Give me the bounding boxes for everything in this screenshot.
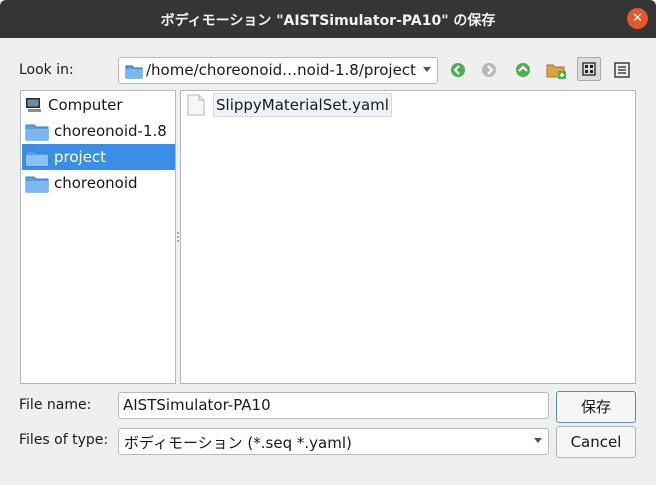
save-dialog: ボディモーション "AISTSimulator-PA10" の保存 ✕ Look… [0, 0, 656, 485]
new-folder-button[interactable] [544, 58, 568, 82]
file-icon [186, 94, 206, 120]
sidebar-item-choreonoid-1-8[interactable]: choreonoid-1.8 [22, 118, 175, 144]
splitter-handle[interactable] [177, 232, 179, 244]
list-view-icon [582, 62, 596, 76]
forward-button[interactable] [477, 58, 501, 82]
close-button[interactable]: ✕ [627, 8, 648, 29]
file-name-label: File name: [19, 397, 92, 413]
file-type-value: ボディモーション (*.seq *.yaml) [124, 434, 352, 452]
sidebar-item-label: choreonoid [54, 174, 138, 192]
sidebar-item-project[interactable]: project [22, 144, 175, 170]
folder-icon [125, 63, 143, 83]
detail-view-button[interactable] [610, 58, 634, 82]
new-folder-icon [546, 64, 566, 79]
sidebar-item-label: project [54, 148, 107, 166]
forward-icon [482, 63, 496, 77]
folder-icon [25, 149, 49, 171]
folder-icon [25, 175, 49, 197]
file-name-label: SlippyMaterialSet.yaml [213, 93, 392, 117]
detail-view-icon [614, 62, 630, 78]
file-name-value: AISTSimulator-PA10 [123, 396, 271, 414]
file-name-field[interactable]: AISTSimulator-PA10 [118, 392, 549, 419]
look-in-path: /home/choreonoid…noid-1.8/project [146, 61, 416, 79]
look-in-label: Look in: [19, 62, 74, 78]
chevron-down-icon [534, 438, 542, 443]
sidebar-item-label: choreonoid-1.8 [54, 122, 167, 140]
file-type-label: Files of type: [19, 432, 109, 448]
cancel-button[interactable]: Cancel [556, 426, 636, 458]
file-type-combo[interactable]: ボディモーション (*.seq *.yaml) [118, 428, 549, 455]
look-in-combo[interactable]: /home/choreonoid…noid-1.8/project [118, 57, 438, 84]
sidebar-item-choreonoid[interactable]: choreonoid [22, 170, 175, 196]
window-title: ボディモーション "AISTSimulator-PA10" の保存 [160, 13, 496, 29]
parent-directory-icon [516, 63, 530, 77]
folder-icon [25, 123, 49, 145]
sidebar-item-computer[interactable]: Computer [22, 92, 175, 118]
parent-directory-button[interactable] [511, 58, 535, 82]
list-view-button[interactable] [577, 57, 601, 81]
save-button[interactable]: 保存 [556, 391, 636, 423]
sidebar-item-label: Computer [48, 96, 123, 114]
chevron-down-icon [423, 67, 431, 72]
computer-icon [25, 97, 43, 117]
sidebar: Computer choreonoid-1.8 project choreono… [20, 90, 176, 384]
back-icon [451, 63, 465, 77]
file-list: SlippyMaterialSet.yaml [180, 90, 636, 384]
back-button[interactable] [446, 58, 470, 82]
title-bar: ボディモーション "AISTSimulator-PA10" の保存 ✕ [0, 0, 656, 38]
